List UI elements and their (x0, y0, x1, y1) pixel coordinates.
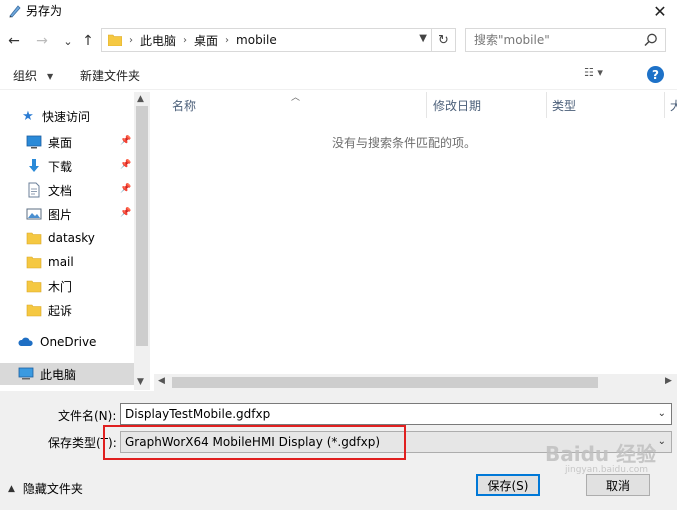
sidebar-onedrive[interactable]: OneDrive (18, 331, 96, 353)
up-button[interactable]: ↑ (78, 31, 98, 51)
search-box[interactable] (465, 28, 666, 52)
chevron-down-icon[interactable]: ⌄ (658, 436, 666, 447)
organize-menu[interactable]: 组织 ▼ (13, 67, 53, 84)
column-type[interactable]: 类型 (552, 92, 576, 118)
folder-icon (26, 304, 42, 317)
sidebar-item-label: OneDrive (40, 335, 97, 349)
filename-label: 文件名(N): (58, 409, 117, 423)
breadcrumb-mobile[interactable]: mobile (236, 33, 277, 47)
chevron-up-icon: ▲ (8, 483, 15, 494)
command-toolbar: 组织 ▼ 新建文件夹 ☷ ▾ (0, 58, 677, 90)
view-options-button[interactable]: ☷ ▾ (584, 66, 603, 79)
navigation-bar: ← → ⌄ ↑ › 此电脑 › 桌面 › mobile ▼ ↻ (0, 28, 677, 54)
star-icon: ★ (22, 108, 34, 124)
sidebar-item-pictures[interactable]: 图片 📌 (26, 203, 134, 225)
back-button[interactable]: ← (4, 31, 24, 51)
chevron-down-icon: ▼ (47, 72, 54, 81)
document-icon (28, 182, 40, 198)
chevron-right-icon: › (225, 34, 230, 46)
sidebar-item-mail[interactable]: mail (26, 251, 74, 273)
folder-icon (26, 232, 42, 245)
scroll-down-icon[interactable]: ▼ (137, 377, 144, 387)
breadcrumb-desktop[interactable]: 桌面 (194, 32, 218, 49)
sidebar-quick-access[interactable]: ★ 快速访问 (20, 105, 90, 127)
title-bar: 另存为 ✕ (0, 0, 677, 30)
folder-icon (26, 280, 42, 293)
pin-icon[interactable]: 📌 (120, 208, 131, 218)
computer-icon (18, 367, 34, 380)
horizontal-scrollbar[interactable]: ◀ ▶ (154, 374, 677, 391)
forward-button[interactable]: → (32, 31, 52, 51)
pin-icon[interactable]: 📌 (120, 184, 131, 194)
column-divider[interactable] (426, 92, 427, 118)
sidebar-item-label: 文档 (48, 183, 73, 198)
breadcrumb-this-pc[interactable]: 此电脑 (140, 32, 176, 49)
picture-icon (26, 208, 42, 220)
save-button[interactable]: 保存(S) (476, 474, 540, 496)
scroll-up-icon[interactable]: ▲ (137, 94, 144, 104)
hide-folders-label: 隐藏文件夹 (22, 482, 83, 496)
column-size[interactable]: 大 (670, 92, 677, 118)
scroll-right-icon[interactable]: ▶ (665, 376, 672, 386)
chevron-down-icon[interactable]: ▼ (419, 33, 427, 44)
highlight-annotation (103, 425, 406, 460)
pin-icon[interactable]: 📌 (120, 136, 131, 146)
sidebar-item-label: datasky (48, 231, 95, 245)
sidebar-item-wooden-door[interactable]: 木门 (26, 275, 72, 297)
close-button[interactable]: ✕ (643, 0, 677, 22)
address-bar[interactable]: › 此电脑 › 桌面 › mobile ▼ (101, 28, 432, 52)
sidebar-item-label: 下载 (48, 159, 73, 174)
help-button[interactable]: ? (647, 66, 664, 83)
file-list: ︿ 名称 修改日期 类型 大 没有与搜索条件匹配的项。 (154, 92, 677, 390)
pin-icon[interactable]: 📌 (120, 160, 131, 170)
sidebar-item-label: mail (48, 255, 74, 269)
sidebar-scrollbar[interactable]: ▲ ▼ (134, 92, 150, 390)
sidebar-this-pc[interactable]: 此电脑 (0, 363, 134, 385)
save-dialog-icon (9, 5, 21, 18)
search-input[interactable] (474, 29, 644, 51)
refresh-button[interactable]: ↻ (432, 28, 456, 52)
sidebar-item-label: 快速访问 (42, 109, 91, 124)
organize-label: 组织 (13, 69, 38, 83)
empty-list-message: 没有与搜索条件匹配的项。 (331, 136, 476, 150)
search-icon (644, 33, 657, 47)
cancel-button[interactable]: 取消 (586, 474, 650, 496)
sort-ascending-icon: ︿ (291, 93, 301, 103)
sidebar-item-documents[interactable]: 文档 📌 (26, 179, 134, 201)
sidebar-item-label: 此电脑 (40, 367, 77, 382)
desktop-icon (26, 135, 42, 149)
chevron-down-icon[interactable]: ⌄ (658, 408, 666, 419)
folder-icon (26, 256, 42, 269)
navigation-pane: ★ 快速访问 桌面 📌 下载 📌 文档 📌 图片 📌 datasky mail … (0, 92, 150, 390)
cloud-icon (18, 337, 33, 346)
sidebar-item-desktop[interactable]: 桌面 📌 (26, 131, 134, 153)
sidebar-item-label: 图片 (48, 207, 73, 222)
download-icon (29, 159, 39, 172)
filename-value: DisplayTestMobile.gdfxp (125, 407, 271, 421)
sidebar-item-label: 起诉 (48, 303, 73, 318)
scroll-left-icon[interactable]: ◀ (158, 376, 165, 386)
column-name[interactable]: 名称 (172, 92, 196, 118)
window-title: 另存为 (26, 4, 63, 18)
chevron-right-icon: › (129, 34, 133, 46)
sidebar-item-lawsuit[interactable]: 起诉 (26, 299, 72, 321)
folder-icon (108, 34, 122, 46)
filename-input[interactable]: DisplayTestMobile.gdfxp ⌄ (120, 403, 672, 425)
sidebar-item-downloads[interactable]: 下载 📌 (26, 155, 134, 177)
new-folder-button[interactable]: 新建文件夹 (80, 67, 140, 84)
chevron-right-icon: › (183, 34, 188, 46)
sidebar-item-label: 木门 (48, 279, 73, 294)
column-divider[interactable] (664, 92, 665, 118)
column-divider[interactable] (546, 92, 547, 118)
recent-locations-button[interactable]: ⌄ (58, 31, 78, 51)
scrollbar-thumb[interactable] (136, 106, 148, 346)
sidebar-item-datasky[interactable]: datasky (26, 227, 95, 249)
scrollbar-thumb[interactable] (172, 377, 598, 388)
sidebar-item-label: 桌面 (48, 135, 73, 150)
hide-folders-toggle[interactable]: ▲ 隐藏文件夹 (8, 480, 83, 497)
column-date-modified[interactable]: 修改日期 (433, 92, 481, 118)
